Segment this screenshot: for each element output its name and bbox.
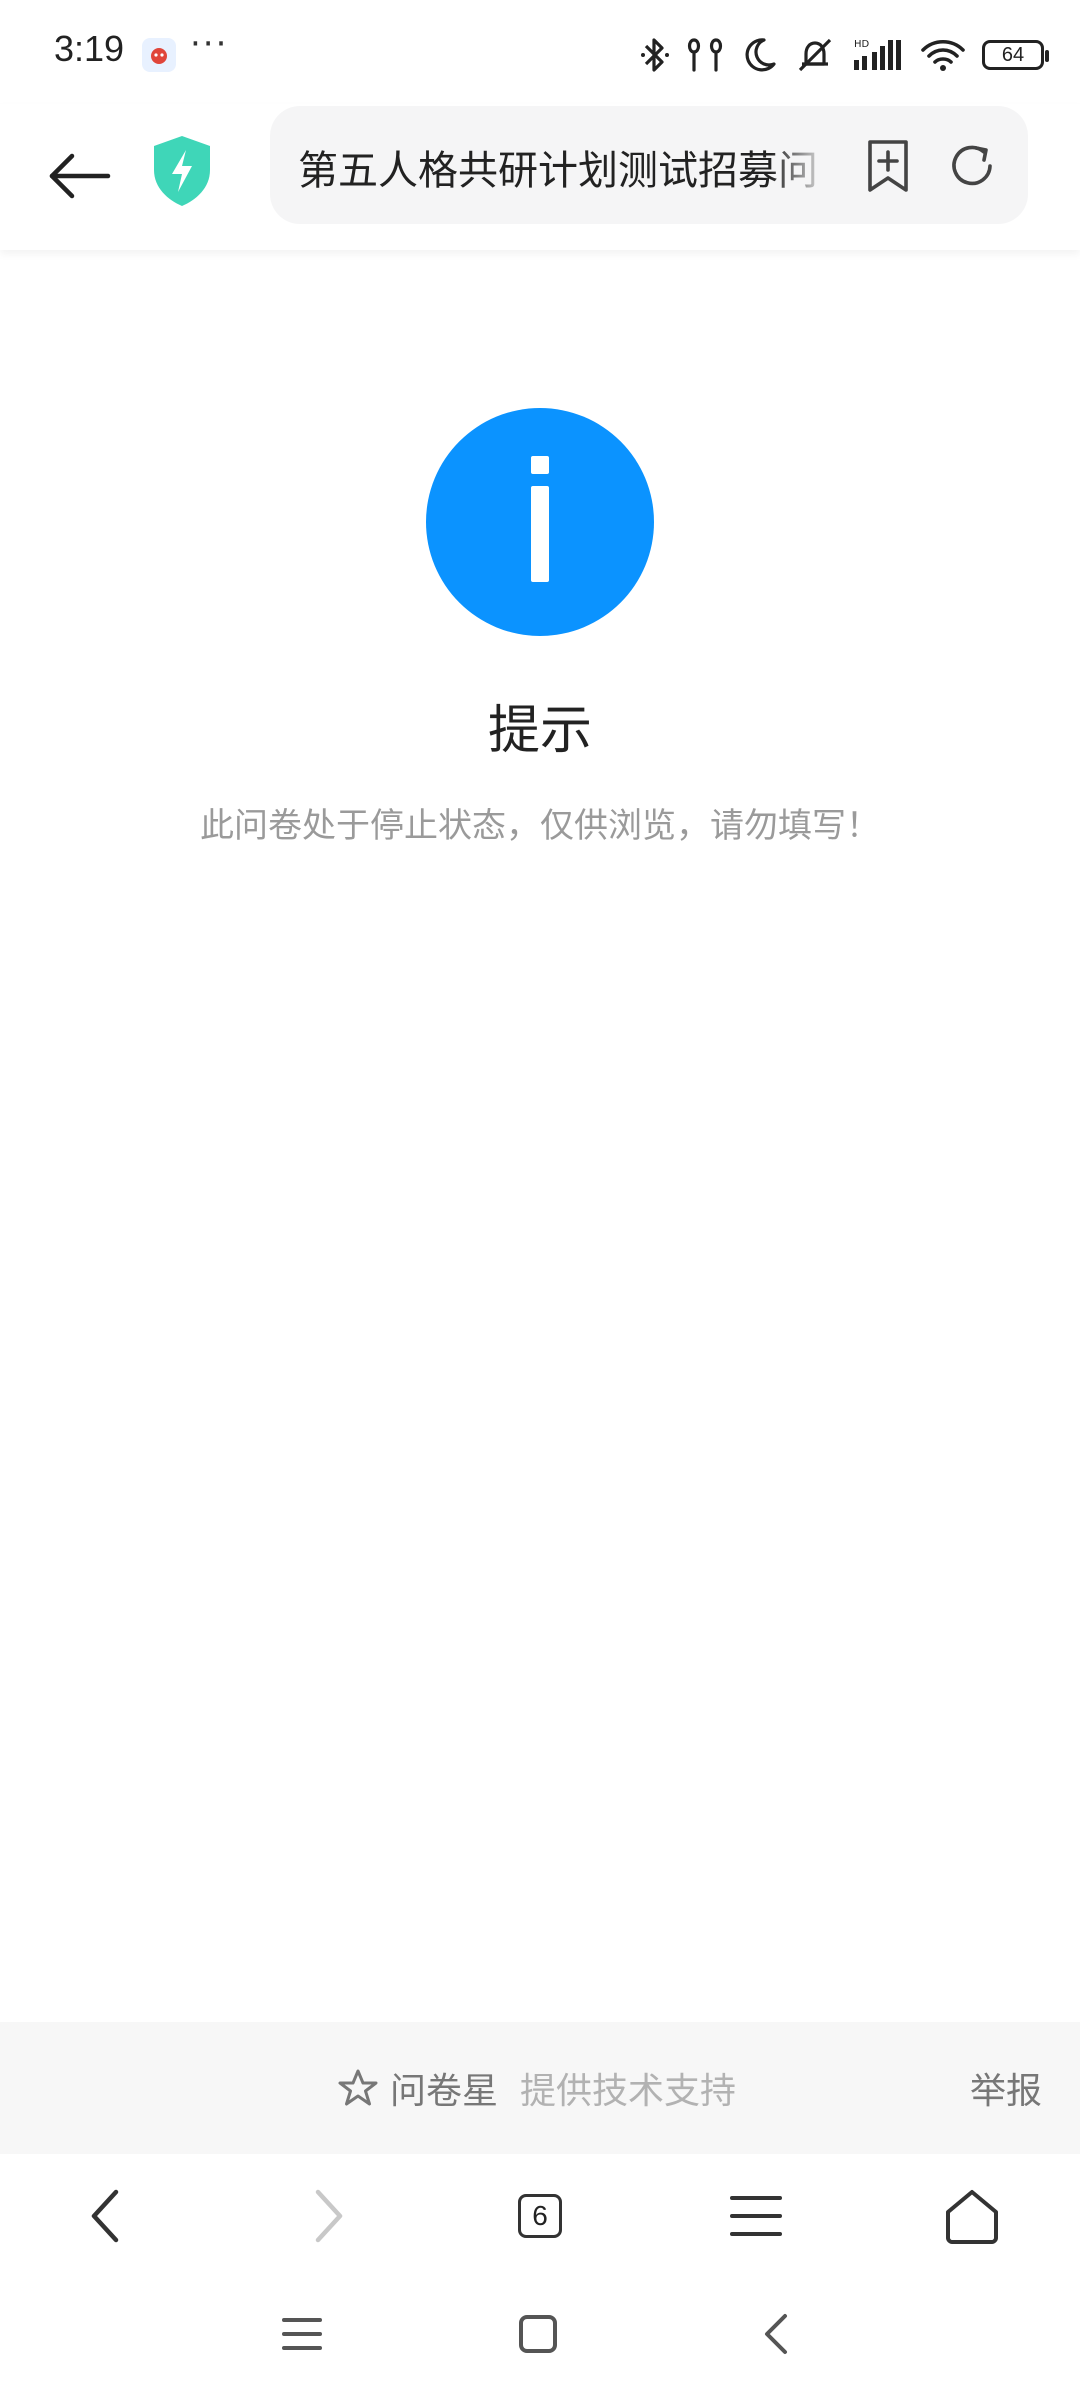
info-icon — [426, 408, 654, 636]
recents-icon — [282, 2318, 322, 2350]
add-bookmark-button[interactable] — [860, 136, 916, 196]
system-recents-button[interactable] — [270, 2302, 334, 2366]
star-icon — [338, 2069, 378, 2106]
reload-icon — [952, 145, 992, 186]
brand-support-text: 提供技术支持 — [520, 2071, 737, 2112]
tabs-button[interactable]: 6 — [502, 2178, 578, 2254]
home-icon — [946, 2190, 998, 2244]
system-back-button[interactable] — [744, 2302, 808, 2366]
square-icon — [519, 2315, 557, 2353]
bluetooth-icon — [641, 38, 669, 72]
prompt-message: 此问卷处于停止状态，仅供浏览，请勿填写！ — [200, 806, 880, 846]
svg-text:HD: HD — [854, 39, 870, 50]
info-icon-bar — [531, 486, 549, 582]
status-bar: 3:19 ··· HD 64 — [0, 0, 1080, 104]
nav-back-button[interactable] — [68, 2178, 144, 2254]
address-fade — [770, 126, 830, 206]
nav-forward-button[interactable] — [290, 2178, 366, 2254]
back-button[interactable] — [44, 140, 116, 212]
address-text[interactable]: 第五人格共研计划测试招募问 — [298, 138, 818, 196]
info-icon-dot — [531, 456, 549, 474]
chevron-right-icon — [315, 2189, 343, 2243]
page-footer: 问卷星 提供技术支持 举报 — [0, 2022, 1080, 2154]
report-link[interactable]: 举报 — [970, 2062, 1042, 2114]
system-home-button[interactable] — [506, 2302, 570, 2366]
status-time: 3:19 — [54, 28, 125, 69]
address-bar[interactable]: 第五人格共研计划测试招募问 — [270, 106, 1028, 224]
tab-count: 6 — [518, 2194, 562, 2238]
status-icons: HD 64 — [640, 30, 1049, 80]
earbuds-icon — [687, 38, 723, 72]
mute-icon — [798, 38, 832, 72]
menu-icon — [730, 2196, 782, 2236]
menu-button[interactable] — [718, 2178, 794, 2254]
notification-app-icon — [142, 38, 176, 72]
more-notifications-icon: ··· — [190, 24, 229, 64]
bookmark-add-icon — [868, 140, 908, 192]
brand-name: 问卷星 — [390, 2071, 499, 2112]
battery-icon: 64 — [982, 40, 1049, 70]
chevron-left-icon — [91, 2189, 119, 2243]
security-shield-icon[interactable] — [150, 134, 214, 208]
home-button[interactable] — [934, 2178, 1010, 2254]
browser-bottom-nav: 6 — [0, 2154, 1080, 2276]
prompt-title: 提示 — [487, 701, 592, 761]
system-navigation-bar — [0, 2276, 1080, 2401]
reload-button[interactable] — [942, 136, 1002, 196]
arrow-left-icon — [49, 153, 111, 199]
brand-credit[interactable]: 问卷星 提供技术支持 — [338, 2062, 736, 2114]
browser-toolbar: 第五人格共研计划测试招募问 — [0, 104, 1080, 250]
screen: 3:19 ··· HD 64 第五人格共研计划测试招募问 提示 此问卷处于停止状… — [0, 0, 1080, 2401]
signal-icon: HD — [854, 39, 901, 70]
moon-icon — [745, 38, 776, 72]
wifi-icon — [921, 39, 965, 71]
chevron-left-icon — [765, 2314, 787, 2354]
